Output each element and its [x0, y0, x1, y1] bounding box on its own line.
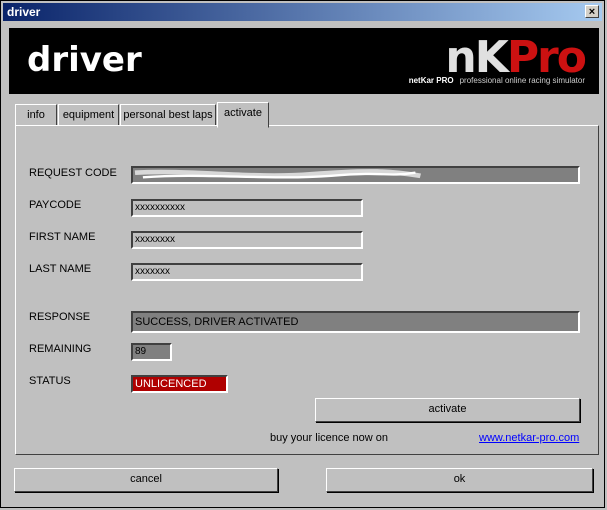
last-name-field[interactable]: xxxxxxx — [131, 263, 363, 281]
driver-window: driver × driver nKPro netKar PRO professi… — [0, 0, 605, 508]
redacted-scribble-icon — [134, 169, 421, 179]
buy-licence-text: buy your licence now on — [270, 432, 389, 444]
window-title: driver — [7, 5, 41, 19]
title-bar[interactable]: driver × — [3, 3, 602, 21]
paycode-field[interactable]: xxxxxxxxxx — [131, 199, 363, 217]
last-name-label: LAST NAME — [29, 263, 92, 275]
header-banner: driver nKPro netKar PRO professional onli… — [9, 28, 599, 94]
response-field: SUCCESS, DRIVER ACTIVATED — [131, 311, 580, 333]
nkpro-logo: nKPro netKar PRO professional online raci… — [408, 32, 587, 85]
tab-personal-best-laps[interactable]: personal best laps — [120, 104, 216, 126]
ok-button[interactable]: ok — [326, 468, 593, 492]
request-code-field[interactable] — [131, 166, 580, 184]
status-field: UNLICENCED — [131, 375, 228, 393]
page-title: driver — [27, 40, 142, 80]
tab-activate[interactable]: activate — [217, 102, 269, 128]
close-button[interactable]: × — [585, 5, 599, 18]
remaining-field: 89 — [131, 343, 172, 361]
netkar-pro-link[interactable]: www.netkar-pro.com — [479, 432, 579, 444]
activate-button[interactable]: activate — [315, 398, 580, 422]
status-label: STATUS — [29, 375, 71, 387]
cancel-button[interactable]: cancel — [14, 468, 278, 492]
paycode-label: PAYCODE — [29, 199, 82, 211]
response-label: RESPONSE — [29, 311, 91, 323]
activate-panel: REQUEST CODE PAYCODE xxxxxxxxxx FIRST NA… — [15, 125, 599, 455]
first-name-field[interactable]: xxxxxxxx — [131, 231, 363, 249]
request-code-label: REQUEST CODE — [29, 167, 117, 179]
remaining-label: REMAINING — [29, 343, 92, 355]
tab-info[interactable]: info — [15, 104, 57, 126]
first-name-label: FIRST NAME — [29, 231, 96, 243]
tab-equipment[interactable]: equipment — [58, 104, 119, 126]
